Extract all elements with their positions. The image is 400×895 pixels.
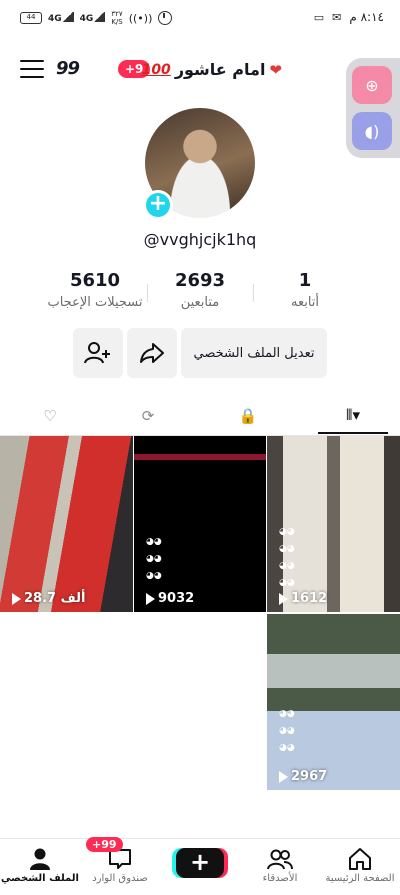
view-count-value: 2967: [291, 769, 328, 784]
nav-inbox-label: صندوق الوارد: [92, 873, 148, 884]
signal-icon: 4G: [48, 12, 74, 24]
sound-icon[interactable]: ◖): [352, 112, 392, 150]
nav-profile-label: الملف الشخصي: [1, 873, 79, 884]
play-icon: [12, 592, 21, 605]
repost-icon: ⟳: [141, 407, 155, 425]
share-profile-button[interactable]: [127, 328, 177, 378]
network-speed: ٣٢٧ K/S: [111, 10, 122, 26]
signal-label-2: 4G: [79, 14, 94, 24]
play-icon: [146, 592, 155, 605]
nav-home[interactable]: الصفحة الرئيسية: [320, 845, 400, 884]
tab-reposts[interactable]: ⟳: [113, 398, 183, 434]
nav-home-label: الصفحة الرئيسية: [325, 873, 395, 884]
video-thumbnail[interactable]: 28.7 ألف: [0, 436, 133, 612]
profile-name: امام عاشور: [174, 60, 266, 79]
video-thumbnail[interactable]: ◕◕ ◕◕ ◕◕ ◕◕ 1612: [267, 436, 400, 612]
content-tabs: ⦀▾ 🔒 ⟳ ♡: [0, 398, 400, 436]
floating-assist-panel: ⊕ ◖): [346, 58, 400, 158]
view-count: 9032: [142, 591, 194, 606]
status-bar: 44 4G 4G ٣٢٧ K/S ((•)) ▭ ✉ ٨:١٤ م: [0, 0, 400, 38]
friends-icon: [240, 845, 320, 873]
nav-friends-label: الأصدقاء: [262, 873, 298, 884]
mail-icon: ✉: [332, 10, 342, 24]
battery-icon: 44: [20, 12, 42, 24]
menu-icon[interactable]: [20, 60, 44, 80]
profile-stats: 1 أتابعه 2693 متابعين 5610 تسجيلات الإعج…: [0, 270, 400, 320]
lock-icon: 🔒: [238, 407, 258, 425]
tab-private[interactable]: 🔒: [213, 398, 283, 434]
add-user-icon: [84, 342, 110, 364]
nav-friends[interactable]: الأصدقاء: [240, 845, 320, 884]
sd-card-icon: ▭: [313, 10, 325, 24]
clock: ٨:١٤ م: [349, 10, 384, 24]
bottom-navigation: الصفحة الرئيسية الأصدقاء + صندوق الوارد …: [0, 837, 400, 895]
likes-count: 5610: [69, 270, 121, 291]
hundred-emoji-icon: 100: [141, 61, 171, 78]
status-right: ▭ ✉ ٨:١٤ م: [314, 10, 384, 24]
emoji-stack: ◕◕ ◕◕ ◕◕: [146, 537, 162, 581]
video-thumbnail[interactable]: ◕◕ ◕◕ ◕◕ 2967: [267, 614, 400, 790]
handle-logo-icon[interactable]: 99: [56, 58, 80, 79]
add-friends-button[interactable]: [73, 328, 123, 378]
status-left: 44 4G 4G ٣٢٧ K/S ((•)): [20, 10, 173, 26]
edit-profile-button[interactable]: تعديل الملف الشخصي: [181, 328, 327, 378]
home-icon: [320, 845, 400, 873]
username: @vvghjcjk1hq: [143, 230, 257, 249]
tab-videos[interactable]: ⦀▾: [318, 398, 388, 434]
heart-icon: ❤: [269, 60, 282, 79]
profile-icon: [0, 845, 80, 873]
likes-stat[interactable]: 5610 تسجيلات الإعجاب: [30, 270, 160, 310]
signal-icon-2: 4G: [80, 12, 106, 24]
view-count: 28.7 ألف: [8, 591, 85, 606]
tab-liked[interactable]: ♡: [15, 398, 85, 434]
create-button[interactable]: +: [176, 848, 224, 878]
nav-profile[interactable]: الملف الشخصي: [0, 845, 80, 884]
emoji-stack: ◕◕ ◕◕ ◕◕: [279, 709, 295, 753]
view-count-value: 1612: [291, 591, 328, 606]
view-count-value: 9032: [158, 591, 195, 606]
inbox-badge: +99: [86, 837, 123, 852]
play-icon: [279, 770, 288, 783]
emoji-stack: ◕◕ ◕◕ ◕◕ ◕◕: [279, 527, 295, 588]
liked-heart-icon: ♡: [43, 407, 57, 425]
share-icon: [140, 343, 164, 363]
profile-header: 99 +9 ❤ امام عاشور 100: [0, 52, 400, 92]
video-thumbnail[interactable]: ◕◕ ◕◕ ◕◕ 9032: [134, 436, 266, 612]
hotspot-icon: ((•)): [128, 11, 153, 25]
profile-title[interactable]: ❤ امام عاشور 100: [142, 60, 282, 79]
play-icon: [279, 592, 288, 605]
view-count: 2967: [275, 769, 327, 784]
zoom-icon[interactable]: ⊕: [352, 66, 392, 104]
grid-icon: ⦀▾: [345, 406, 361, 424]
add-avatar-button[interactable]: +: [143, 190, 173, 220]
view-count: 1612: [275, 591, 327, 606]
network-speed-value: ٣٢٧: [111, 10, 123, 18]
view-count-value: 28.7 ألف: [24, 591, 86, 606]
alarm-icon: [158, 11, 173, 25]
decor-stripe: [267, 654, 400, 688]
decor-stripe: [134, 454, 266, 460]
likes-label: تسجيلات الإعجاب: [47, 295, 143, 310]
network-speed-unit: K/S: [111, 18, 123, 26]
signal-label: 4G: [48, 14, 62, 24]
